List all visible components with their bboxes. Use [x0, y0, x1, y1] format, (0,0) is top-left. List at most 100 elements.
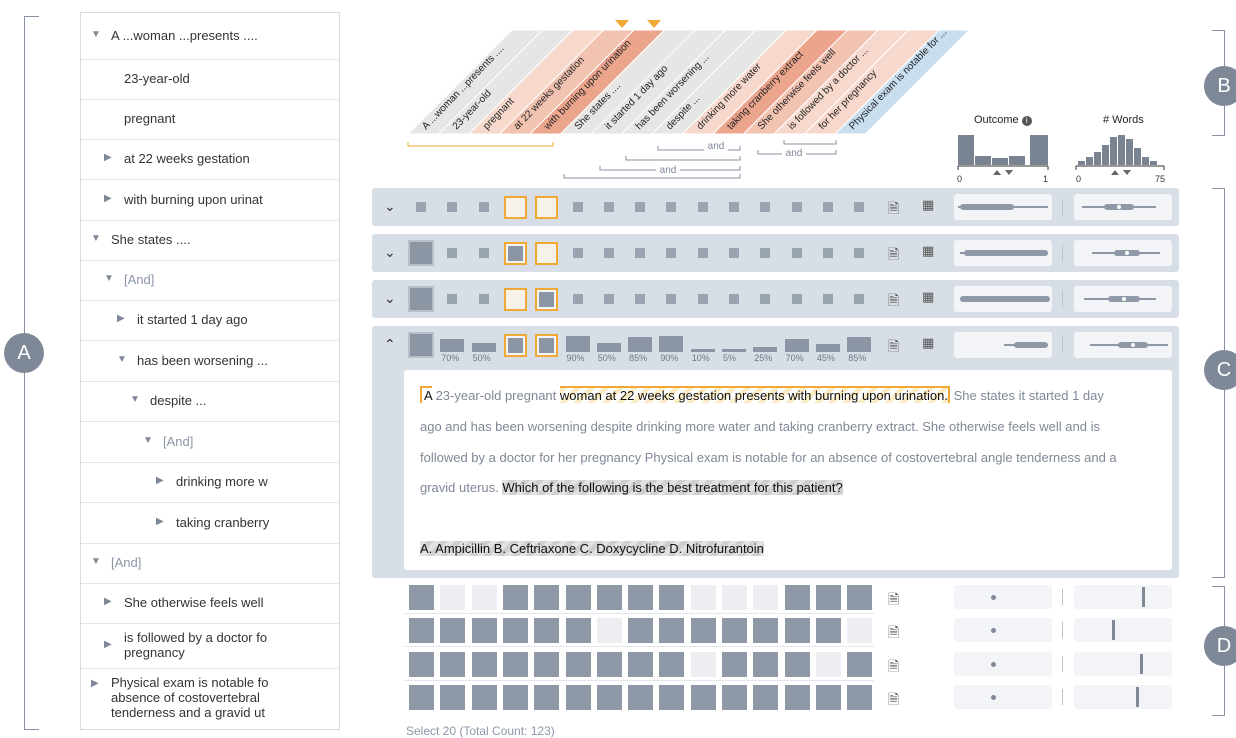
token-cell-dark[interactable] — [722, 652, 747, 677]
caret-right-icon[interactable]: ▶ — [104, 596, 112, 607]
token-cell-light[interactable] — [722, 585, 747, 610]
token-cell-dark[interactable] — [565, 618, 591, 643]
selected-token-cell[interactable] — [503, 196, 527, 219]
selected-column-marker-icon[interactable] — [615, 20, 629, 28]
token-cell-light[interactable] — [471, 585, 497, 610]
token-cell-dark[interactable] — [596, 585, 622, 610]
token-cell-dark[interactable] — [847, 652, 873, 677]
token-cell[interactable] — [760, 202, 771, 212]
bar-chart-icon[interactable]: ▦ — [922, 289, 934, 305]
token-cell[interactable] — [666, 202, 677, 212]
selected-token-cell[interactable] — [535, 334, 559, 357]
row-background[interactable] — [372, 234, 1179, 272]
words-pill[interactable] — [1074, 685, 1172, 709]
token-bar[interactable] — [440, 339, 465, 352]
selected-column-marker-icon[interactable] — [647, 20, 661, 28]
selected-token-cell[interactable] — [503, 242, 527, 265]
token-cell-light[interactable] — [847, 618, 873, 643]
token-cell-dark[interactable] — [628, 618, 654, 643]
token-cell[interactable] — [822, 248, 833, 258]
token-cell[interactable] — [447, 294, 458, 304]
tree-item[interactable]: ▶ taking cranberry — [81, 502, 339, 544]
token-cell-dark[interactable] — [534, 618, 560, 643]
tree-item[interactable]: ▶ it started 1 day ago — [81, 300, 339, 341]
token-cell-dark[interactable] — [534, 585, 560, 610]
token-bar[interactable] — [753, 347, 778, 352]
token-cell-light[interactable] — [596, 618, 622, 643]
token-bar[interactable] — [565, 336, 590, 352]
words-pill[interactable] — [1074, 585, 1172, 609]
selected-token-cell[interactable] — [503, 334, 527, 357]
token-cell-dark[interactable] — [409, 618, 434, 643]
bar-chart-icon[interactable]: ▦ — [922, 335, 934, 351]
bar-chart-icon[interactable]: ▦ — [922, 243, 934, 259]
token-cell[interactable] — [791, 294, 802, 304]
token-cell-dark[interactable] — [690, 685, 716, 710]
token-cell-dark[interactable] — [722, 618, 747, 643]
token-cell-dark[interactable] — [784, 618, 810, 643]
token-cell[interactable] — [447, 248, 458, 258]
token-cell-dark[interactable] — [628, 652, 654, 677]
token-cell[interactable] — [760, 248, 771, 258]
token-cell[interactable] — [666, 294, 677, 304]
token-cell-dark[interactable] — [722, 685, 747, 710]
token-cell-large[interactable] — [410, 242, 432, 264]
token-cell-dark[interactable] — [440, 618, 466, 643]
token-cell[interactable] — [572, 202, 583, 212]
token-cell[interactable] — [760, 294, 771, 304]
token-cell-dark[interactable] — [565, 652, 591, 677]
tree-item[interactable]: ▶ Physical exam is notable fo absence of … — [81, 668, 339, 729]
token-cell-light[interactable] — [815, 652, 841, 677]
token-cell[interactable] — [791, 248, 802, 258]
selected-token-cell[interactable] — [535, 242, 559, 265]
token-cell[interactable] — [822, 202, 833, 212]
document-icon[interactable]: 🗎 — [888, 244, 899, 268]
token-bar[interactable] — [847, 337, 872, 352]
token-bar[interactable] — [815, 344, 840, 352]
words-pill[interactable] — [1074, 618, 1172, 642]
token-cell-dark[interactable] — [659, 585, 685, 610]
token-bar[interactable] — [659, 336, 684, 352]
token-cell-dark[interactable] — [409, 585, 434, 610]
token-cell-dark[interactable] — [847, 585, 873, 610]
row-background[interactable] — [372, 280, 1179, 318]
token-cell-dark[interactable] — [659, 652, 685, 677]
chevron-icon[interactable]: ⌄ — [384, 198, 396, 215]
token-cell-dark[interactable] — [659, 685, 685, 710]
outcome-pill[interactable] — [954, 618, 1052, 642]
document-icon[interactable]: 🗎 — [888, 198, 899, 222]
tree-item[interactable]: ▶ She otherwise feels well — [81, 583, 339, 624]
chevron-icon[interactable]: ⌃ — [384, 336, 396, 353]
token-cell[interactable] — [854, 294, 865, 304]
token-cell[interactable] — [854, 248, 865, 258]
token-cell-dark[interactable] — [471, 652, 497, 677]
token-cell[interactable] — [822, 294, 833, 304]
tree-item[interactable]: ▼ [And] — [81, 260, 339, 301]
token-cell-dark[interactable] — [440, 652, 466, 677]
token-cell[interactable] — [697, 202, 708, 212]
token-cell-dark[interactable] — [440, 685, 466, 710]
document-icon[interactable]: 🗎 — [888, 656, 899, 680]
document-icon[interactable]: 🗎 — [888, 622, 899, 646]
caret-down-icon[interactable]: ▼ — [130, 394, 140, 405]
token-cell-dark[interactable] — [784, 685, 810, 710]
row-background[interactable] — [372, 188, 1179, 226]
token-cell-dark[interactable] — [471, 618, 497, 643]
token-cell[interactable] — [729, 294, 739, 304]
token-cell[interactable] — [572, 248, 583, 258]
token-cell-large[interactable] — [410, 334, 432, 356]
caret-down-icon[interactable]: ▼ — [91, 233, 101, 244]
token-cell[interactable] — [447, 202, 458, 212]
token-cell-dark[interactable] — [690, 618, 716, 643]
token-cell-dark[interactable] — [753, 652, 779, 677]
caret-down-icon[interactable]: ▼ — [117, 354, 127, 365]
token-cell[interactable] — [635, 294, 646, 304]
token-cell[interactable] — [635, 248, 646, 258]
chevron-icon[interactable]: ⌄ — [384, 244, 396, 261]
caret-down-icon[interactable]: ▼ — [91, 556, 101, 567]
token-cell-dark[interactable] — [596, 652, 622, 677]
token-cell-dark[interactable] — [409, 652, 434, 677]
token-cell-large[interactable] — [410, 288, 432, 310]
token-cell[interactable] — [572, 294, 583, 304]
outcome-pill[interactable] — [954, 652, 1052, 676]
